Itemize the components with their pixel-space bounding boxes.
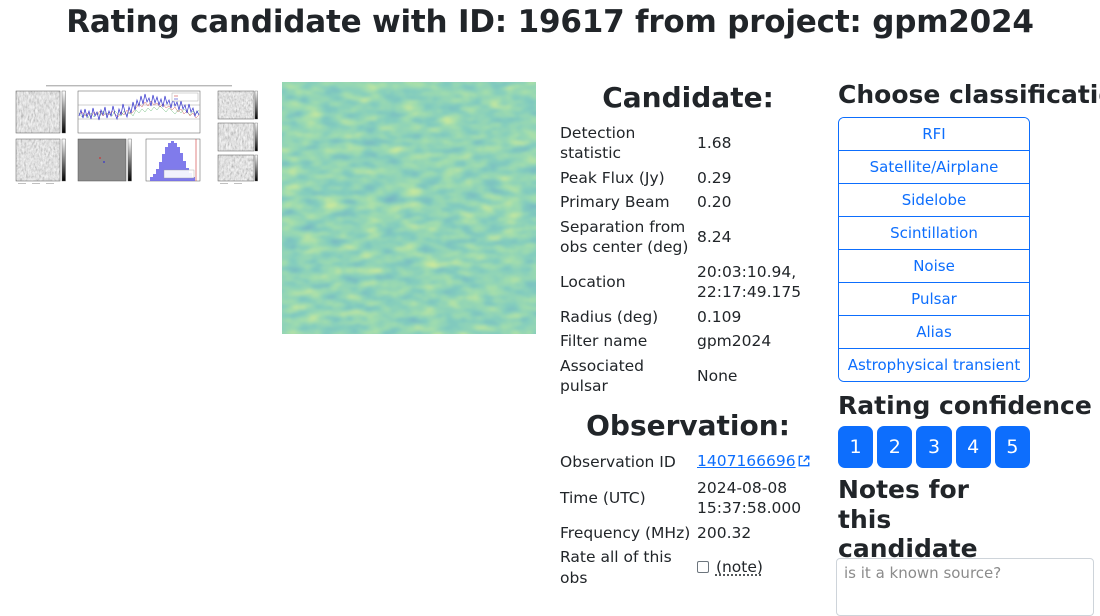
- choose-classification-heading: Choose classification:: [838, 80, 1030, 110]
- separation-value: 8.24: [697, 215, 826, 260]
- notes-textarea[interactable]: [836, 558, 1094, 616]
- observation-id-link[interactable]: 1407166696: [697, 452, 796, 470]
- classification-option-pulsar[interactable]: Pulsar: [839, 283, 1029, 316]
- separation-label: Separation from obs center (deg): [550, 215, 697, 260]
- confidence-button-3[interactable]: 3: [916, 426, 951, 468]
- classification-option-rfi[interactable]: RFI: [839, 118, 1029, 151]
- table-row: Observation ID 1407166696: [550, 449, 826, 475]
- primary-beam-value: 0.20: [697, 190, 826, 214]
- location-label: Location: [550, 260, 697, 305]
- diagnostic-panels-svg: [12, 82, 266, 196]
- peak-flux-label: Peak Flux (Jy): [550, 166, 697, 190]
- table-row: Radius (deg) 0.109: [550, 305, 826, 329]
- associated-pulsar-label: Associated pulsar: [550, 354, 697, 399]
- page-title: Rating candidate with ID: 19617 from pro…: [0, 4, 1100, 40]
- primary-beam-label: Primary Beam: [550, 190, 697, 214]
- associated-pulsar-value: None: [697, 354, 826, 399]
- candidate-info-column: Candidate: Detection statistic 1.68 Peak…: [550, 80, 826, 590]
- filter-name-value: gpm2024: [697, 329, 826, 353]
- candidate-diagnostic-panels[interactable]: [12, 82, 266, 196]
- location-value: 20:03:10.94, 22:17:49.175: [697, 260, 826, 305]
- classification-option-alias[interactable]: Alias: [839, 316, 1029, 349]
- rate-all-obs-checkbox[interactable]: [697, 561, 709, 573]
- confidence-button-4[interactable]: 4: [956, 426, 991, 468]
- classification-option-satellite-airplane[interactable]: Satellite/Airplane: [839, 151, 1029, 184]
- cutout-heatmap-svg: [282, 82, 536, 334]
- frequency-value: 200.32: [697, 521, 826, 545]
- candidate-details-table: Detection statistic 1.68 Peak Flux (Jy) …: [550, 121, 826, 398]
- rating-confidence-heading: Rating confidence: [838, 391, 1030, 421]
- classification-option-scintillation[interactable]: Scintillation: [839, 217, 1029, 250]
- rating-confidence-buttons: 1 2 3 4 5: [838, 426, 1030, 468]
- classification-list-group: RFI Satellite/Airplane Sidelobe Scintill…: [838, 117, 1030, 382]
- peak-flux-value: 0.29: [697, 166, 826, 190]
- table-row: Rate all of this obs (note): [550, 545, 826, 590]
- candidate-cutout-heatmap[interactable]: [282, 82, 536, 334]
- time-utc-value: 2024-08-08 15:37:58.000: [697, 476, 826, 521]
- rate-all-obs-note[interactable]: (note): [716, 558, 763, 576]
- rate-all-obs-label: Rate all of this obs: [550, 545, 697, 590]
- confidence-button-5[interactable]: 5: [995, 426, 1030, 468]
- time-utc-label: Time (UTC): [550, 476, 697, 521]
- table-row: Time (UTC) 2024-08-08 15:37:58.000: [550, 476, 826, 521]
- radius-value: 0.109: [697, 305, 826, 329]
- confidence-button-2[interactable]: 2: [877, 426, 912, 468]
- classification-option-sidelobe[interactable]: Sidelobe: [839, 184, 1029, 217]
- observation-heading: Observation:: [550, 408, 826, 443]
- observation-id-label: Observation ID: [550, 449, 697, 475]
- rate-all-obs-cell: (note): [697, 545, 826, 590]
- classification-option-astrophysical-transient[interactable]: Astrophysical transient: [839, 349, 1029, 381]
- table-row: Filter name gpm2024: [550, 329, 826, 353]
- table-row: Separation from obs center (deg) 8.24: [550, 215, 826, 260]
- candidate-heading: Candidate:: [550, 80, 826, 115]
- detection-statistic-label: Detection statistic: [550, 121, 697, 166]
- table-row: Detection statistic 1.68: [550, 121, 826, 166]
- table-row: Peak Flux (Jy) 0.29: [550, 166, 826, 190]
- classification-option-noise[interactable]: Noise: [839, 250, 1029, 283]
- frequency-label: Frequency (MHz): [550, 521, 697, 545]
- detection-statistic-value: 1.68: [697, 121, 826, 166]
- radius-label: Radius (deg): [550, 305, 697, 329]
- table-row: Frequency (MHz) 200.32: [550, 521, 826, 545]
- observation-details-table: Observation ID 1407166696 Time (UTC) 202…: [550, 449, 826, 590]
- table-row: Associated pulsar None: [550, 354, 826, 399]
- external-link-icon[interactable]: [797, 453, 811, 473]
- table-row: Primary Beam 0.20: [550, 190, 826, 214]
- rating-controls-column: Choose classification: RFI Satellite/Air…: [838, 80, 1030, 593]
- filter-name-label: Filter name: [550, 329, 697, 353]
- notes-textarea-wrapper: [836, 558, 1094, 616]
- observation-id-cell: 1407166696: [697, 449, 826, 475]
- confidence-button-1[interactable]: 1: [838, 426, 873, 468]
- table-row: Location 20:03:10.94, 22:17:49.175: [550, 260, 826, 305]
